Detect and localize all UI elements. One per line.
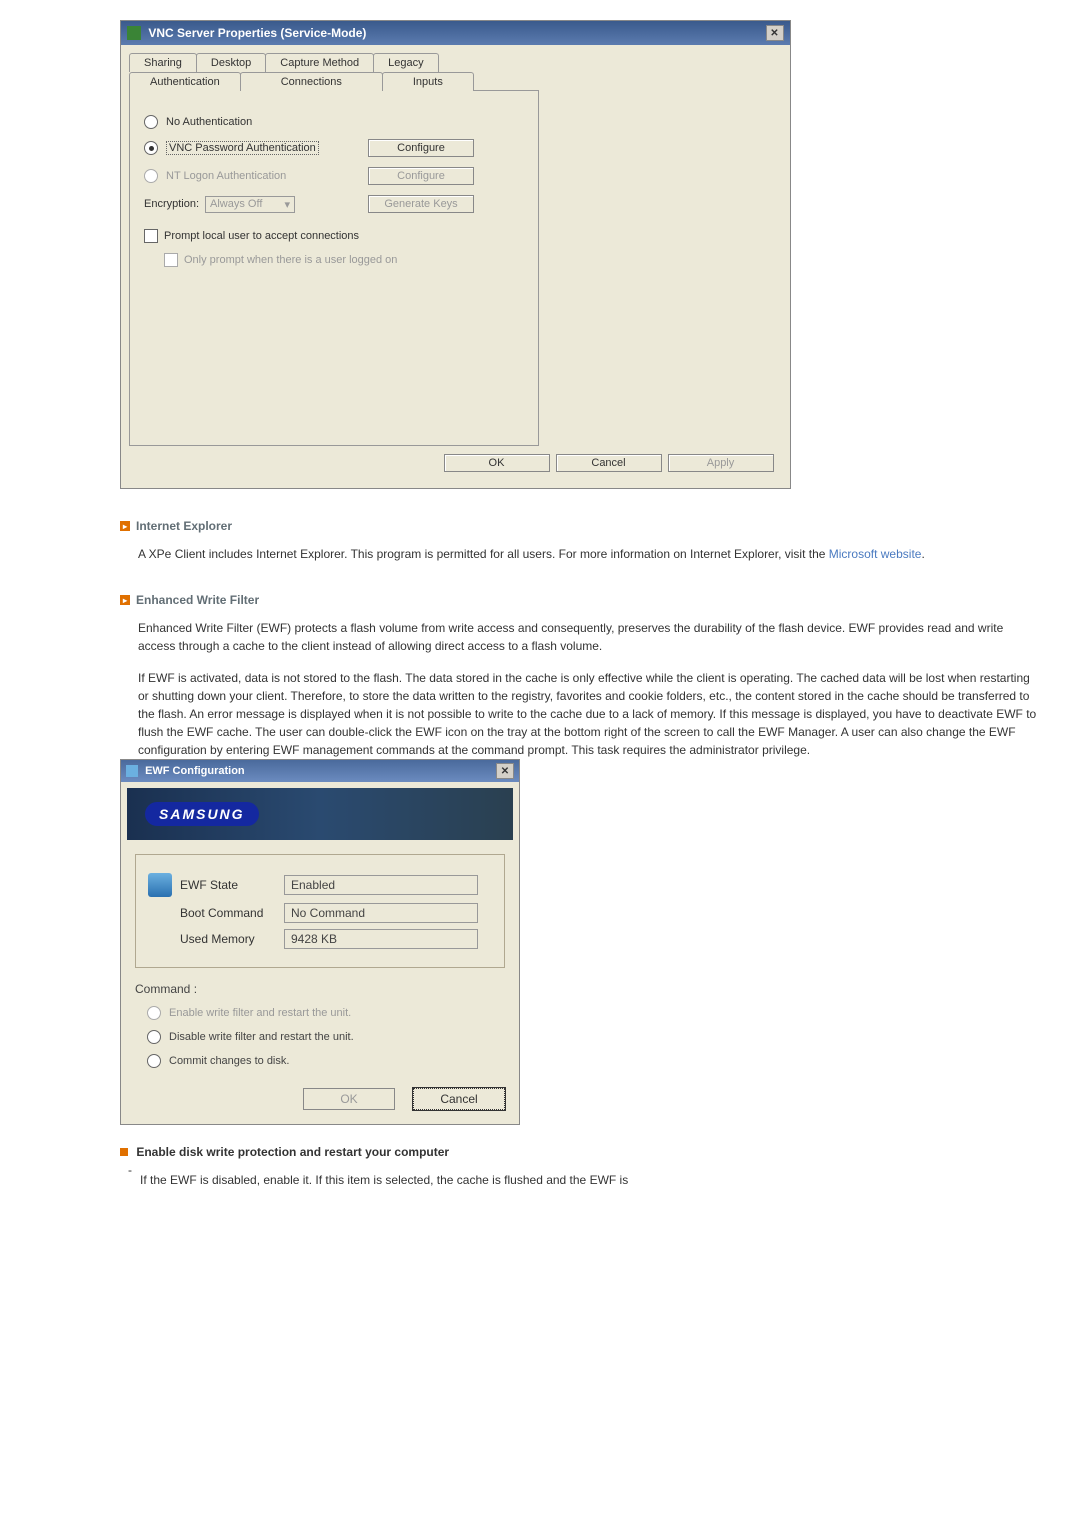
tab-inputs[interactable]: Inputs xyxy=(382,72,474,91)
dash: - xyxy=(128,1163,132,1177)
radio-enable-filter xyxy=(147,1006,161,1020)
tab-legacy[interactable]: Legacy xyxy=(373,53,438,72)
ok-button[interactable]: OK xyxy=(444,454,550,472)
vnc-properties-dialog: VNC Server Properties (Service-Mode) ✕ S… xyxy=(120,20,791,489)
encryption-label: Encryption: xyxy=(144,198,199,210)
ewf-para2: If EWF is activated, data is not stored … xyxy=(138,669,1038,759)
radio-vnc-password[interactable] xyxy=(144,141,158,155)
window-title: VNC Server Properties (Service-Mode) xyxy=(148,26,366,40)
close-icon[interactable]: ✕ xyxy=(496,763,514,779)
ewf-heading: Enhanced Write Filter xyxy=(136,593,259,607)
ewf-state-icon xyxy=(148,873,172,897)
radio-commit[interactable] xyxy=(147,1054,161,1068)
checkbox-prompt-local[interactable] xyxy=(144,229,158,243)
configure-button[interactable]: Configure xyxy=(368,139,474,157)
boot-label: Boot Command xyxy=(180,906,284,920)
chevron-down-icon: ▾ xyxy=(285,198,291,211)
boot-value: No Command xyxy=(284,903,478,923)
ewf-state-value: Enabled xyxy=(284,875,478,895)
mem-value: 9428 KB xyxy=(284,929,478,949)
internet-explorer-section: ▸ Internet Explorer A XPe Client include… xyxy=(120,519,1060,563)
tab-strip: Sharing Desktop Capture Method Legacy Au… xyxy=(129,53,782,91)
radio-nt-logon xyxy=(144,169,158,183)
ewf-section: ▸ Enhanced Write Filter Enhanced Write F… xyxy=(120,593,1060,759)
ewf-configuration-dialog: EWF Configuration ✕ SAMSUNG EWF State En… xyxy=(120,759,520,1125)
cancel-button[interactable]: Cancel xyxy=(413,1088,505,1110)
label-no-auth: No Authentication xyxy=(166,116,252,128)
label-prompt-local: Prompt local user to accept connections xyxy=(164,230,359,242)
window-title: EWF Configuration xyxy=(145,765,245,777)
label-enable-filter: Enable write filter and restart the unit… xyxy=(169,1007,351,1019)
samsung-logo: SAMSUNG xyxy=(145,802,259,826)
tab-content-authentication: No Authentication VNC Password Authentic… xyxy=(129,90,539,446)
bullet-icon: ▸ xyxy=(120,595,130,605)
label-commit: Commit changes to disk. xyxy=(169,1055,289,1067)
ms-website-link[interactable]: Microsoft website xyxy=(829,547,922,561)
enable-disk-section: Enable disk write protection and restart… xyxy=(120,1145,1060,1187)
label-only-prompt: Only prompt when there is a user logged … xyxy=(184,254,397,266)
ewf-state-label: EWF State xyxy=(180,878,284,892)
tab-desktop[interactable]: Desktop xyxy=(196,53,266,72)
ewf-app-icon xyxy=(126,765,138,777)
tab-connections[interactable]: Connections xyxy=(240,72,383,91)
apply-button: Apply xyxy=(668,454,774,472)
ewf-para1: Enhanced Write Filter (EWF) protects a f… xyxy=(138,619,1038,655)
enable-text: If the EWF is disabled, enable it. If th… xyxy=(140,1173,628,1187)
generate-keys-button: Generate Keys xyxy=(368,195,474,213)
vnc-icon xyxy=(127,26,141,40)
cancel-button[interactable]: Cancel xyxy=(556,454,662,472)
checkbox-only-prompt xyxy=(164,253,178,267)
close-icon[interactable]: ✕ xyxy=(766,25,784,41)
bullet-icon: ▸ xyxy=(120,521,130,531)
status-panel: EWF State Enabled Boot Command No Comman… xyxy=(135,854,505,968)
mem-label: Used Memory xyxy=(180,932,284,946)
banner: SAMSUNG xyxy=(127,788,513,840)
command-heading: Command : xyxy=(135,982,505,996)
enable-heading: Enable disk write protection and restart… xyxy=(136,1145,449,1159)
titlebar: EWF Configuration ✕ xyxy=(121,760,519,782)
label-disable-filter: Disable write filter and restart the uni… xyxy=(169,1031,354,1043)
tab-authentication[interactable]: Authentication xyxy=(129,72,241,91)
label-vnc-password: VNC Password Authentication xyxy=(166,141,319,155)
ie-heading: Internet Explorer xyxy=(136,519,232,533)
configure-button-2: Configure xyxy=(368,167,474,185)
label-nt-logon: NT Logon Authentication xyxy=(166,170,286,182)
radio-no-auth[interactable] xyxy=(144,115,158,129)
radio-disable-filter[interactable] xyxy=(147,1030,161,1044)
ok-button: OK xyxy=(303,1088,395,1110)
encryption-dropdown: Always Off ▾ xyxy=(205,196,295,213)
titlebar: VNC Server Properties (Service-Mode) ✕ xyxy=(121,21,790,45)
ie-text: A XPe Client includes Internet Explorer.… xyxy=(138,545,1038,563)
tab-sharing[interactable]: Sharing xyxy=(129,53,197,72)
bullet-icon xyxy=(120,1148,128,1156)
tab-capture[interactable]: Capture Method xyxy=(265,53,374,72)
